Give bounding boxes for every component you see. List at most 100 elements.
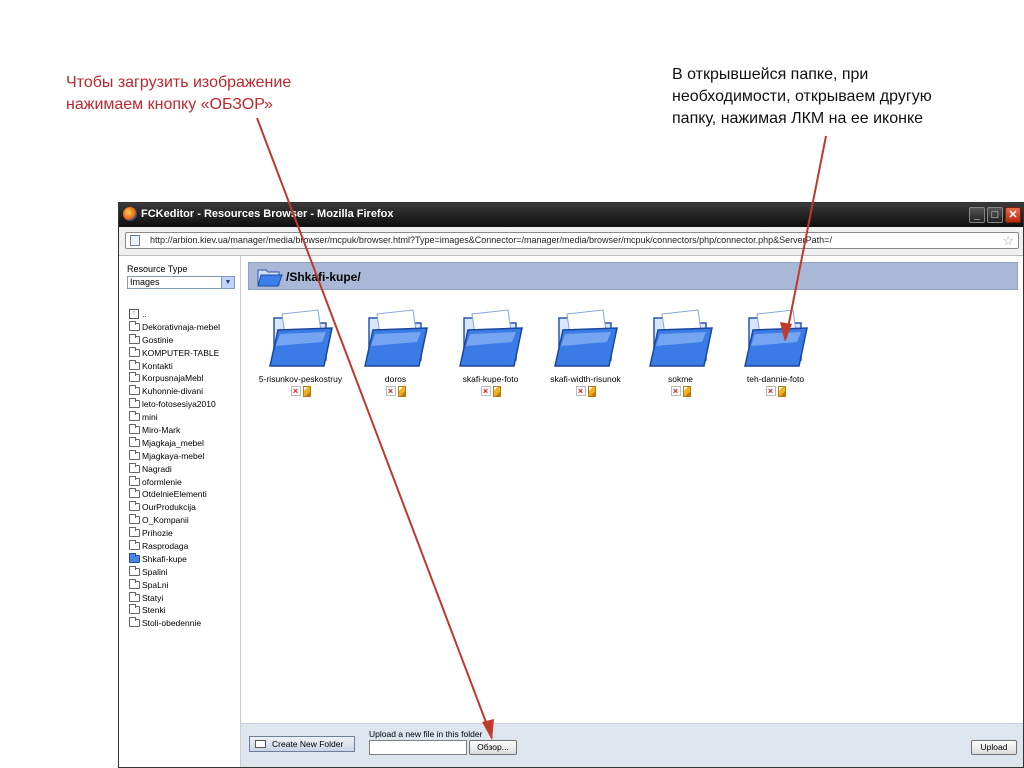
folder-item[interactable]: doros × [348,308,443,398]
rename-pencil-icon[interactable] [682,386,691,397]
tree-item[interactable]: OurProdukcija [128,501,220,514]
folder-tree-panel: Resource Type Images ▼ ↑ .. Dekorativnaj… [119,256,241,767]
tree-item-label: O_Kompanii [142,515,189,526]
tree-item[interactable]: KOMPUTER-TABLE [128,346,220,360]
folder-icon[interactable] [633,308,728,370]
close-button[interactable]: ✕ [1005,207,1021,223]
tree-item-label: OtdelnieElementi [142,489,207,500]
delete-icon[interactable]: × [765,386,776,396]
tree-item[interactable]: Mjagkaja_mebel [128,436,220,450]
resource-type-select[interactable]: Images ▼ [127,276,235,289]
tree-item[interactable]: Shkafi-kupe [128,552,220,566]
folder-icon [129,398,140,409]
rename-pencil-icon[interactable] [777,386,786,397]
folder-tree: ↑ .. Dekorativnaja-mebel Gostinie KOMPUTER… [128,308,220,630]
url-text: http://arbion.kiev.ua/manager/media/brow… [150,235,832,245]
folder-icon[interactable] [538,308,633,370]
url-field[interactable]: http://arbion.kiev.ua/manager/media/brow… [125,232,1019,249]
tree-item[interactable]: Spalini [128,565,220,579]
tree-item-label: Gostinie [142,334,174,345]
tree-item[interactable]: Stenki [128,604,220,617]
tree-item[interactable]: KorpusnajaMebl [128,372,220,385]
tree-item[interactable]: Prihozie [128,527,220,540]
rename-pencil-icon[interactable] [302,386,311,397]
tree-item[interactable]: O_Kompanii [128,514,220,527]
tree-item-label: Kontakti [142,360,173,371]
maximize-button[interactable]: □ [987,207,1003,223]
delete-icon[interactable]: × [290,386,301,396]
bookmark-star-icon[interactable]: ☆ [1002,233,1014,248]
folder-icon[interactable] [443,308,538,370]
folder-icon [255,740,266,748]
tree-item[interactable]: Miro-Mark [128,424,220,437]
folder-icon [129,604,140,615]
tree-item[interactable]: oformlenie [128,475,220,489]
note-right-line-1: В открывшейся папке, при [672,66,869,83]
rename-pencil-icon[interactable] [587,386,596,397]
folder-icon [129,372,140,383]
resource-type-value: Images [130,277,160,287]
tree-item-label: Spalini [142,566,168,577]
minimize-button[interactable]: _ [969,207,985,223]
instruction-note-right: В открывшейся папке, при необходимости, … [672,64,1002,130]
tree-item[interactable]: Nagradi [128,462,220,476]
delete-icon[interactable]: × [670,386,681,396]
folder-item[interactable]: 5-risunkov-peskostruy × [253,308,348,398]
tree-item[interactable]: mini [128,411,220,424]
tree-item[interactable]: Dekorativnaja-mebel [128,320,220,334]
tree-item-up[interactable]: ↑ .. [128,308,220,321]
tree-item-label: Statyi [142,592,164,603]
folder-actions: × [443,386,538,398]
delete-icon[interactable]: × [480,386,491,396]
address-bar: http://arbion.kiev.ua/manager/media/brow… [119,227,1023,256]
tree-item[interactable]: Mjagkaya-mebel [128,449,220,463]
tree-item[interactable]: Gostinie [128,333,220,347]
tree-item[interactable]: Rasprodaga [128,540,220,553]
create-folder-button[interactable]: Create New Folder [249,736,355,752]
folder-icon[interactable] [728,308,823,370]
upload-bar: Create New Folder Upload a new file in t… [241,723,1023,767]
folder-icon [129,578,140,589]
folder-icon [129,449,140,460]
tree-item[interactable]: Statyi [128,591,220,605]
folder-icon[interactable] [348,308,443,370]
folder-item[interactable]: teh-dannie-foto × [728,308,823,398]
tree-item-label: Miro-Mark [142,425,181,436]
tree-item-label: mini [142,412,158,423]
folder-up-icon: ↑ [129,309,139,319]
folder-actions: × [538,386,633,398]
folder-name: teh-dannie-foto [746,374,805,384]
tree-item-label: Rasprodaga [142,541,189,552]
tree-item[interactable]: OtdelnieElementi [128,488,220,501]
tree-item[interactable]: Kuhonnie-divani [128,385,220,398]
file-path-input[interactable] [369,740,467,755]
chevron-down-icon[interactable]: ▼ [221,277,234,288]
rename-pencil-icon[interactable] [397,386,406,397]
tree-item-label: Stenki [142,605,166,616]
folder-actions: × [253,386,348,398]
delete-icon[interactable]: × [575,386,586,396]
upload-button[interactable]: Upload [971,740,1017,755]
tree-item[interactable]: leto-fotosesiya2010 [128,398,220,411]
folder-icon[interactable] [253,308,348,370]
folder-item[interactable]: skafi-width-risunok × [538,308,633,398]
tree-item[interactable]: Stoli-obedennie [128,617,220,630]
tree-item-label: Stoli-obedennie [142,618,202,629]
folder-icon [129,346,140,357]
folder-name: doros [384,374,407,384]
delete-icon[interactable]: × [385,386,396,396]
folder-item[interactable]: skafi-kupe-foto × [443,308,538,398]
open-folder-icon [257,269,283,287]
folder-icon [129,617,140,628]
folder-item[interactable]: sokme × [633,308,728,398]
rename-pencil-icon[interactable] [492,386,501,397]
tree-item-label: leto-fotosesiya2010 [142,399,216,410]
folder-icon [129,552,140,563]
tree-item-label: KorpusnajaMebl [142,373,204,384]
tree-item[interactable]: SpaLni [128,578,220,592]
folder-name: sokme [667,374,694,384]
folder-icon [129,320,140,331]
tree-item[interactable]: Kontakti [128,359,220,373]
page-icon [130,235,140,246]
browse-button[interactable]: Обзор... [469,740,517,755]
